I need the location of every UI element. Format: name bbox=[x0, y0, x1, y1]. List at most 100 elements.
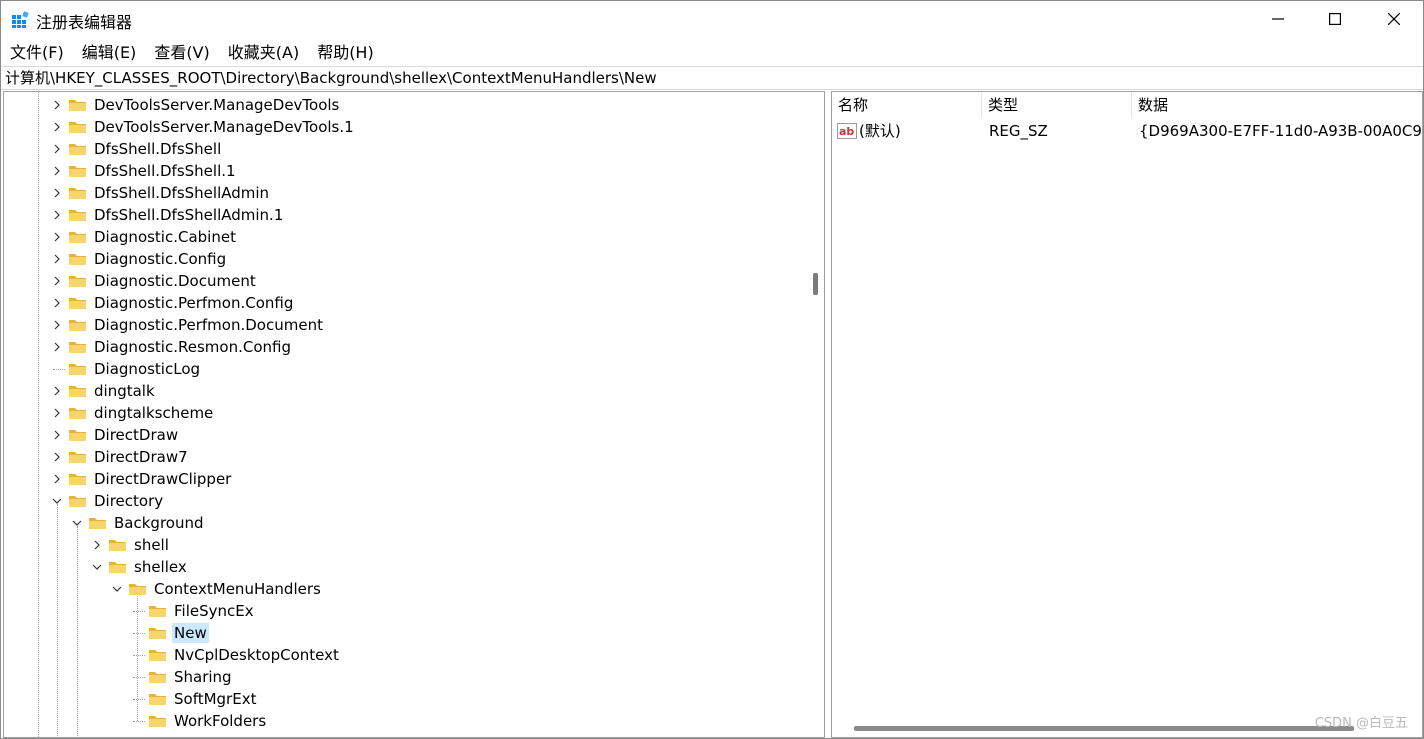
key-tree-pane[interactable]: DevToolsServer.ManageDevTools DevToolsSer… bbox=[3, 91, 825, 738]
tree-item[interactable]: Diagnostic.Document bbox=[50, 270, 258, 292]
menu-edit[interactable]: 编辑(E) bbox=[73, 39, 146, 65]
tree-item-label: DfsShell.DfsShell bbox=[94, 140, 222, 158]
chevron-right-icon[interactable] bbox=[50, 340, 64, 354]
folder-icon bbox=[88, 515, 107, 531]
tree-item[interactable]: DevToolsServer.ManageDevTools.1 bbox=[50, 116, 356, 138]
chevron-right-icon[interactable] bbox=[50, 98, 64, 112]
tree-guide-line bbox=[133, 654, 145, 656]
chevron-right-icon[interactable] bbox=[50, 186, 64, 200]
tree-item-label: Directory bbox=[94, 492, 164, 510]
tree-item[interactable]: WorkFolders bbox=[130, 710, 268, 732]
menu-file[interactable]: 文件(F) bbox=[1, 39, 73, 65]
window-title: 注册表编辑器 bbox=[36, 13, 133, 32]
tree-item[interactable]: DirectDraw bbox=[50, 424, 180, 446]
tree-item[interactable]: Directory bbox=[50, 490, 165, 512]
tree-item-label: DirectDraw7 bbox=[94, 448, 188, 466]
tree-item[interactable]: shell bbox=[90, 534, 171, 556]
tree-item-label: dingtalkscheme bbox=[94, 404, 214, 422]
folder-icon bbox=[68, 273, 87, 289]
title-bar: 注册表编辑器 bbox=[1, 1, 1423, 37]
tree-item[interactable]: Diagnostic.Perfmon.Document bbox=[50, 314, 325, 336]
chevron-down-icon[interactable] bbox=[70, 516, 84, 530]
chevron-right-icon[interactable] bbox=[50, 318, 64, 332]
tree-item-label: Sharing bbox=[174, 668, 232, 686]
tree-item[interactable]: DfsShell.DfsShell bbox=[50, 138, 223, 160]
value-name: (默认) bbox=[859, 122, 901, 140]
tree-item[interactable]: dingtalkscheme bbox=[50, 402, 215, 424]
tree-guide-line bbox=[133, 632, 145, 634]
list-scroll-thumb[interactable] bbox=[854, 726, 1354, 731]
column-header-name[interactable]: 名称 bbox=[832, 92, 982, 118]
chevron-down-icon[interactable] bbox=[110, 582, 124, 596]
chevron-right-icon[interactable] bbox=[50, 450, 64, 464]
tree-item[interactable]: Diagnostic.Perfmon.Config bbox=[50, 292, 295, 314]
tree-item-label: shell bbox=[134, 536, 169, 554]
tree-item[interactable]: NvCplDesktopContext bbox=[130, 644, 341, 666]
menu-favorites[interactable]: 收藏夹(A) bbox=[219, 39, 308, 65]
tree-item[interactable]: DirectDraw7 bbox=[50, 446, 190, 468]
address-bar[interactable]: 计算机\HKEY_CLASSES_ROOT\Directory\Backgrou… bbox=[1, 66, 1423, 90]
chevron-right-icon[interactable] bbox=[50, 406, 64, 420]
menu-view[interactable]: 查看(V) bbox=[145, 39, 218, 65]
tree-item[interactable]: FileSyncEx bbox=[130, 600, 256, 622]
tree-item-label: Diagnostic.Perfmon.Document bbox=[94, 316, 323, 334]
minimize-button[interactable] bbox=[1249, 1, 1307, 37]
tree-guide-line bbox=[57, 504, 58, 737]
chevron-down-icon[interactable] bbox=[90, 560, 104, 574]
tree-item[interactable]: Diagnostic.Cabinet bbox=[50, 226, 238, 248]
menu-help[interactable]: 帮助(H) bbox=[308, 39, 383, 65]
chevron-right-icon[interactable] bbox=[50, 274, 64, 288]
chevron-right-icon[interactable] bbox=[90, 538, 104, 552]
maximize-button[interactable] bbox=[1306, 1, 1364, 37]
folder-icon bbox=[68, 317, 87, 333]
value-list-pane[interactable]: 名称 类型 数据 ab (默认) REG_SZ {D969A300-E7FF-1… bbox=[831, 91, 1423, 738]
tree-item-label: DiagnosticLog bbox=[94, 360, 201, 378]
chevron-right-icon[interactable] bbox=[50, 208, 64, 222]
folder-icon bbox=[68, 361, 87, 377]
tree-item-label: DfsShell.DfsShell.1 bbox=[94, 162, 236, 180]
tree-item[interactable]: DfsShell.DfsShellAdmin.1 bbox=[50, 204, 285, 226]
tree-item[interactable]: Diagnostic.Resmon.Config bbox=[50, 336, 293, 358]
tree-item[interactable]: DiagnosticLog bbox=[50, 358, 202, 380]
tree-item[interactable]: Background bbox=[70, 512, 206, 534]
close-button[interactable] bbox=[1365, 1, 1423, 37]
tree-connector bbox=[130, 692, 145, 706]
tree-guide-line bbox=[38, 92, 39, 737]
tree-scroll-thumb[interactable] bbox=[813, 273, 818, 295]
chevron-right-icon[interactable] bbox=[50, 142, 64, 156]
tree-item[interactable]: dingtalk bbox=[50, 380, 157, 402]
folder-icon bbox=[68, 295, 87, 311]
chevron-right-icon[interactable] bbox=[50, 252, 64, 266]
chevron-right-icon[interactable] bbox=[50, 472, 64, 486]
chevron-down-icon[interactable] bbox=[50, 494, 64, 508]
watermark: CSDN @白豆五 bbox=[1314, 716, 1408, 731]
tree-item[interactable]: New bbox=[130, 622, 209, 644]
folder-icon bbox=[68, 471, 87, 487]
value-type: REG_SZ bbox=[989, 122, 1048, 140]
tree-item-label: Background bbox=[114, 514, 204, 532]
tree-item[interactable]: DirectDrawClipper bbox=[50, 468, 233, 490]
tree-item[interactable]: DfsShell.DfsShellAdmin bbox=[50, 182, 271, 204]
tree-item[interactable]: Diagnostic.Config bbox=[50, 248, 228, 270]
chevron-right-icon[interactable] bbox=[50, 384, 64, 398]
chevron-right-icon[interactable] bbox=[50, 230, 64, 244]
chevron-right-icon[interactable] bbox=[50, 296, 64, 310]
tree-item[interactable]: SoftMgrExt bbox=[130, 688, 258, 710]
column-header-type[interactable]: 类型 bbox=[982, 92, 1132, 118]
tree-item-label: WorkFolders bbox=[174, 712, 267, 730]
tree-item[interactable]: DevToolsServer.ManageDevTools bbox=[50, 94, 341, 116]
tree-item[interactable]: DfsShell.DfsShell.1 bbox=[50, 160, 238, 182]
chevron-right-icon[interactable] bbox=[50, 164, 64, 178]
folder-icon bbox=[68, 119, 87, 135]
maximize-icon bbox=[1329, 13, 1341, 25]
tree-item[interactable]: shellex bbox=[90, 556, 189, 578]
tree-vertical-scrollbar[interactable] bbox=[806, 92, 824, 737]
tree-connector bbox=[130, 604, 145, 618]
column-header-data[interactable]: 数据 bbox=[1132, 92, 1422, 118]
chevron-right-icon[interactable] bbox=[50, 120, 64, 134]
list-row[interactable]: ab (默认) REG_SZ {D969A300-E7FF-11d0-A93B-… bbox=[832, 120, 1422, 142]
chevron-right-icon[interactable] bbox=[50, 428, 64, 442]
tree-connector bbox=[130, 670, 145, 684]
tree-item[interactable]: ContextMenuHandlers bbox=[110, 578, 323, 600]
tree-item[interactable]: Sharing bbox=[130, 666, 234, 688]
